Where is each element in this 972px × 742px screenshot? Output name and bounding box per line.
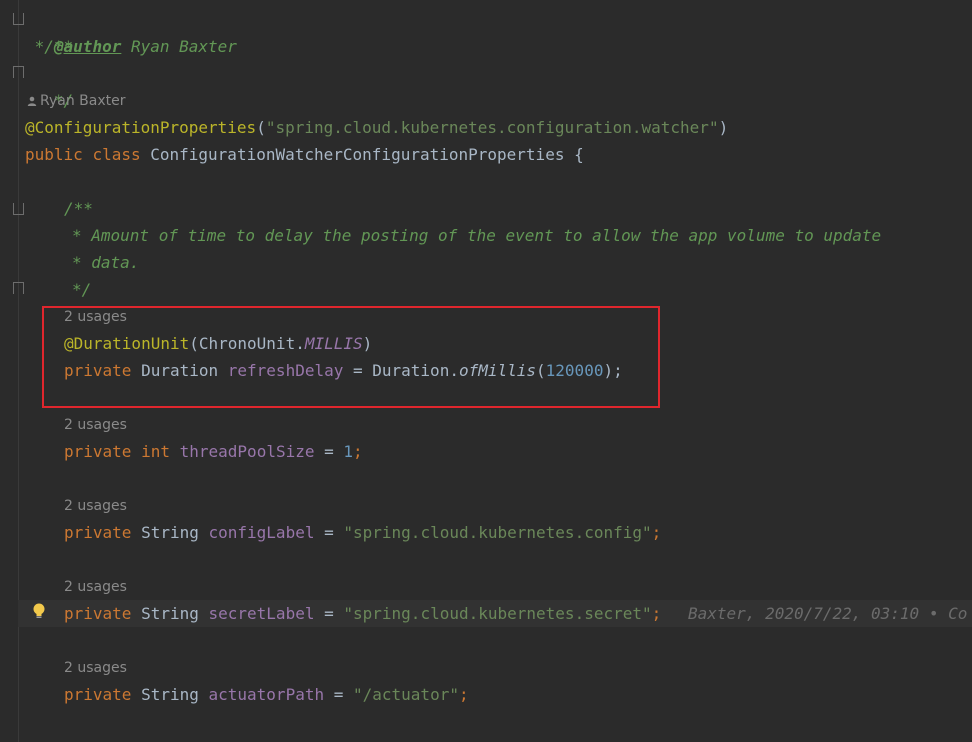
javadoc-open: /** bbox=[44, 37, 74, 56]
field-javadoc-open: /** bbox=[64, 199, 93, 218]
field-javadoc-line2: * data. bbox=[72, 253, 140, 272]
editor-gutter-line bbox=[18, 0, 19, 742]
user-icon bbox=[27, 96, 37, 106]
git-blame-annotation[interactable]: Baxter, 2020/7/22, 03:10 • Co bbox=[688, 600, 967, 627]
usages-hint[interactable]: 2 usages bbox=[64, 658, 127, 678]
actuator-path-line: private String actuatorPath = "/actuator… bbox=[64, 685, 469, 704]
usages-hint[interactable]: 2 usages bbox=[64, 496, 127, 516]
fold-marker-icon[interactable] bbox=[13, 66, 24, 78]
fold-marker-icon[interactable] bbox=[13, 282, 24, 294]
fold-marker-icon[interactable] bbox=[13, 203, 24, 215]
usages-hint[interactable]: 2 usages bbox=[64, 415, 127, 435]
author-inlay-hint[interactable]: Ryan Baxter bbox=[27, 91, 125, 111]
thread-pool-size-line: private int threadPoolSize = 1; bbox=[64, 442, 363, 461]
javadoc-close: */ bbox=[44, 91, 74, 110]
secret-label-line: private String secretLabel = "spring.clo… bbox=[64, 604, 662, 623]
field-javadoc-line1: * Amount of time to delay the posting of… bbox=[72, 226, 882, 245]
config-label-line: private String configLabel = "spring.clo… bbox=[64, 523, 662, 542]
lightbulb-icon[interactable] bbox=[32, 602, 46, 622]
usages-hint[interactable]: 2 usages bbox=[64, 577, 127, 597]
class-declaration-line: public class ConfigurationWatcherConfigu… bbox=[25, 145, 584, 164]
highlight-annotation-box bbox=[42, 306, 660, 408]
javadoc-author-line: * @author Ryan Baxter bbox=[25, 37, 237, 56]
author-name: Ryan Baxter bbox=[40, 93, 126, 109]
fold-marker-icon[interactable] bbox=[13, 13, 24, 25]
class-annotation-line: @ConfigurationProperties("spring.cloud.k… bbox=[25, 118, 729, 137]
field-javadoc-close: */ bbox=[72, 280, 92, 299]
